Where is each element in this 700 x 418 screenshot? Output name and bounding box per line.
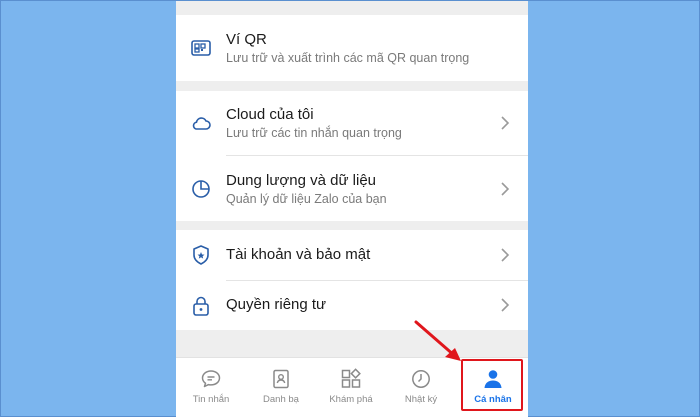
menu-item-cloud[interactable]: Cloud của tôi Lưu trữ các tin nhắn quan … (176, 91, 528, 155)
nav-label: Nhật ký (404, 394, 438, 405)
nav-label: Danh bạ (263, 394, 299, 405)
cloud-title: Cloud của tôi (226, 106, 314, 123)
chevron-right-icon (501, 248, 510, 262)
nav-label: Tin nhắn (192, 394, 230, 405)
menu-item-storage[interactable]: Dung lượng và dữ liệu Quản lý dữ liệu Za… (176, 156, 528, 221)
cloud-icon (190, 112, 212, 134)
nav-kham-pha[interactable]: Khám phá (316, 358, 386, 418)
chat-bubble-icon (201, 370, 221, 388)
chevron-right-icon (501, 182, 510, 196)
menu-item-vi-qr[interactable]: Ví QR Lưu trữ và xuất trình các mã QR qu… (176, 15, 528, 81)
nav-label: Khám phá (329, 394, 373, 405)
menu-item-privacy[interactable]: Quyền riêng tư (176, 281, 528, 330)
annotation-arrow-icon (414, 320, 461, 361)
section-security: Tài khoản và bảo mật Quyền riêng tư (176, 230, 528, 330)
nav-tin-nhan[interactable]: Tin nhắn (176, 358, 246, 418)
phone-screen: Ví QR Lưu trữ và xuất trình các mã QR qu… (176, 1, 528, 418)
grid-icon (341, 368, 361, 388)
storage-subtitle: Quản lý dữ liệu Zalo của bạn (226, 192, 387, 206)
chevron-right-icon (501, 298, 510, 312)
nav-danh-ba[interactable]: Danh bạ (246, 358, 316, 418)
chevron-right-icon (501, 116, 510, 130)
privacy-title: Quyền riêng tư (226, 296, 327, 313)
lock-icon (190, 295, 212, 317)
cloud-subtitle: Lưu trữ các tin nhắn quan trọng (226, 126, 402, 140)
account-title: Tài khoản và bảo mật (226, 246, 371, 263)
section-data: Cloud của tôi Lưu trữ các tin nhắn quan … (176, 91, 528, 221)
contacts-icon (273, 369, 289, 389)
qr-wallet-icon (190, 37, 212, 59)
screenshot-frame: Ví QR Lưu trữ và xuất trình các mã QR qu… (0, 0, 700, 418)
storage-title: Dung lượng và dữ liệu (226, 172, 376, 189)
menu-item-account-security[interactable]: Tài khoản và bảo mật (176, 230, 528, 280)
vi-qr-subtitle: Lưu trữ và xuất trình các mã QR quan trọ… (226, 51, 470, 65)
shield-icon (190, 244, 212, 266)
clock-icon (412, 370, 430, 388)
nav-nhat-ky[interactable]: Nhật ký (386, 358, 456, 418)
section-qr: Ví QR Lưu trữ và xuất trình các mã QR qu… (176, 15, 528, 81)
pie-chart-icon (190, 178, 212, 200)
vi-qr-title: Ví QR (226, 31, 267, 48)
